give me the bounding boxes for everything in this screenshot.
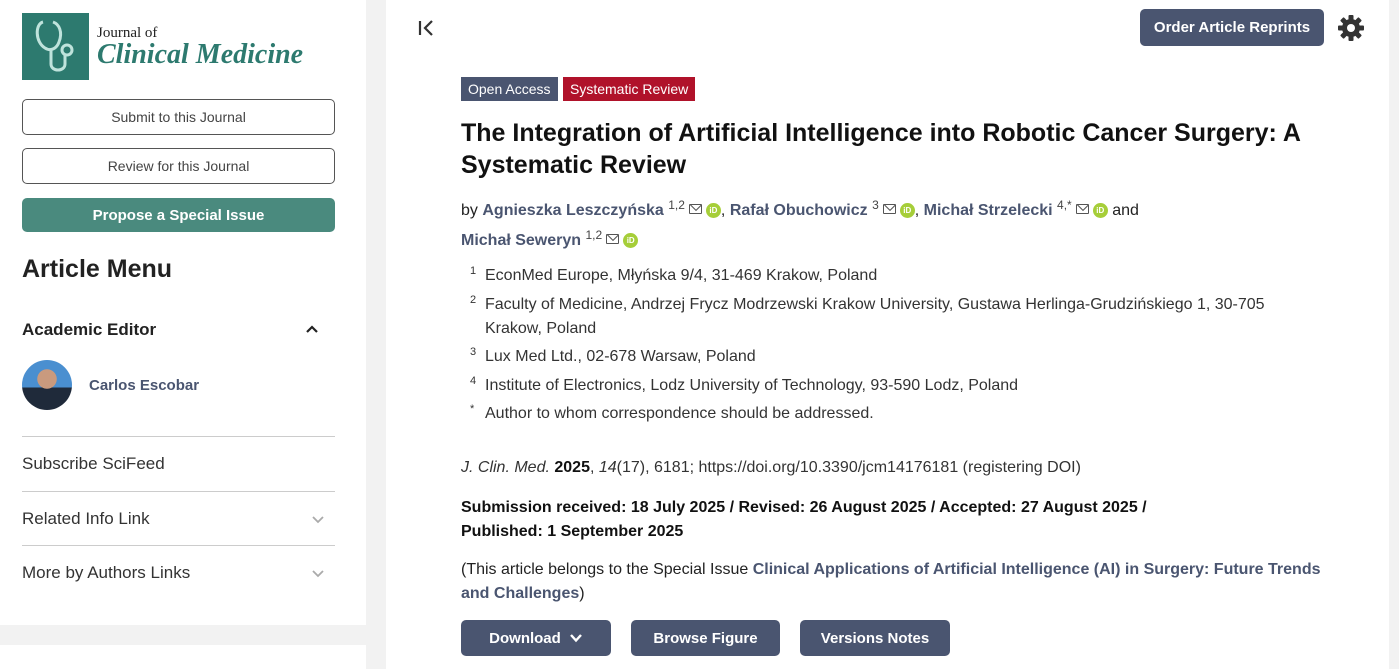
affiliation-text: Lux Med Ltd., 02-678 Warsaw, Poland xyxy=(485,348,756,365)
journal-title: Journal of Clinical Medicine xyxy=(97,25,303,69)
affiliation-number: 4 xyxy=(470,374,477,387)
sidebar-next-panel xyxy=(0,645,366,669)
open-access-badge[interactable]: Open Access xyxy=(461,77,558,101)
chevron-down-icon xyxy=(569,634,582,643)
special-issue-suffix: ) xyxy=(579,585,585,602)
author-affiliation-ref: 1,2 xyxy=(585,228,603,242)
citation-rest: (17), 6181; https://doi.org/10.3390/jcm1… xyxy=(616,459,1081,476)
sidebar-link-subscribe-scifeed[interactable]: Subscribe SciFeed xyxy=(22,436,335,490)
avatar xyxy=(22,360,72,410)
download-button[interactable]: Download xyxy=(461,620,611,656)
citation-volume: 14 xyxy=(598,459,617,476)
chevron-down-icon xyxy=(312,569,324,577)
author-list: by Agnieszka Leszczyńska 1,2 iD, Rafał Ob… xyxy=(461,198,1139,249)
article-title: The Integration of Artificial Intelligen… xyxy=(461,119,1300,179)
propose-special-issue-button[interactable]: Propose a Special Issue xyxy=(22,198,335,232)
order-article-reprints-button[interactable]: Order Article Reprints xyxy=(1140,9,1324,46)
mail-icon[interactable] xyxy=(606,234,620,244)
browse-figure-button[interactable]: Browse Figure xyxy=(631,620,780,656)
mail-icon[interactable] xyxy=(882,204,896,214)
chevron-down-icon xyxy=(312,515,324,523)
author-affiliation-ref: 3 xyxy=(872,198,879,212)
affiliation-text: EconMed Europe, Młyńska 9/4, 31-469 Krak… xyxy=(485,267,878,284)
author-name[interactable]: Rafał Obuchowicz xyxy=(730,202,868,219)
special-issue-prefix: (This article belongs to the Special Iss… xyxy=(461,561,753,578)
affiliation-item: 1 EconMed Europe, Młyńska 9/4, 31-469 Kr… xyxy=(461,264,1321,288)
affiliation-number: 3 xyxy=(470,346,477,358)
citation-line: J. Clin. Med. 2025, 14(17), 6181; https:… xyxy=(461,459,1081,476)
journal-logo[interactable]: Journal of Clinical Medicine xyxy=(22,13,303,80)
by-label: by xyxy=(461,202,478,219)
author-name[interactable]: Agnieszka Leszczyńska xyxy=(482,202,663,219)
article-type-badge: Systematic Review xyxy=(563,77,696,101)
dates-line-1: Submission received: 18 July 2025 / Revi… xyxy=(461,499,1147,516)
sidebar-link-label: Subscribe SciFeed xyxy=(22,453,165,473)
chevron-up-icon[interactable] xyxy=(305,322,319,336)
editor-name-link[interactable]: Carlos Escobar xyxy=(89,377,199,394)
affiliation-number: 2 xyxy=(470,293,477,306)
author-affiliation-ref: 1,2 xyxy=(668,198,685,212)
affiliation-text: Institute of Electronics, Lodz Universit… xyxy=(485,376,1019,394)
author-affiliation-ref: 4,* xyxy=(1057,198,1072,212)
scroll-gutter xyxy=(1389,0,1399,669)
submit-to-journal-button[interactable]: Submit to this Journal xyxy=(22,99,335,135)
sidebar-link-more-by-authors[interactable]: More by Authors Links xyxy=(22,545,335,599)
mail-icon[interactable] xyxy=(1075,204,1089,214)
affiliation-item: * Author to whom correspondence should b… xyxy=(461,402,1321,426)
author-name[interactable]: Michał Seweryn xyxy=(461,232,581,249)
sidebar: Journal of Clinical Medicine Submit to t… xyxy=(0,0,366,625)
publication-dates: Submission received: 18 July 2025 / Revi… xyxy=(461,496,1221,544)
stethoscope-icon xyxy=(22,13,89,80)
mail-icon[interactable] xyxy=(688,204,702,214)
sidebar-link-related-info[interactable]: Related Info Link xyxy=(22,491,335,545)
journal-title-big: Clinical Medicine xyxy=(97,38,304,70)
dates-line-2: Published: 1 September 2025 xyxy=(461,523,684,540)
affiliation-item: 4 Institute of Electronics, Lodz Univers… xyxy=(461,374,1321,398)
citation-year: 2025 xyxy=(554,459,590,476)
affiliation-item: 3 Lux Med Ltd., 02-678 Warsaw, Poland xyxy=(461,345,1321,369)
journal-abbreviation: J. Clin. Med. xyxy=(461,459,550,476)
academic-editor-heading[interactable]: Academic Editor xyxy=(22,320,156,340)
affiliation-item: 2 Faculty of Medicine, Andrzej Frycz Mod… xyxy=(461,293,1321,341)
collapse-sidebar-icon[interactable] xyxy=(418,18,438,38)
sidebar-link-label: More by Authors Links xyxy=(22,562,191,582)
review-for-journal-button[interactable]: Review for this Journal xyxy=(22,148,335,184)
article-menu-title: Article Menu xyxy=(22,255,173,283)
orcid-icon[interactable]: iD xyxy=(623,233,639,248)
affiliation-list: 1 EconMed Europe, Młyńska 9/4, 31-469 Kr… xyxy=(461,264,1321,431)
sidebar-link-label: Related Info Link xyxy=(22,508,150,528)
versions-notes-button[interactable]: Versions Notes xyxy=(800,620,950,656)
and-label: and xyxy=(1112,202,1139,219)
affiliation-number: 1 xyxy=(470,265,477,277)
author-name[interactable]: Michał Strzelecki xyxy=(924,202,1053,219)
affiliation-text: Author to whom correspondence should be … xyxy=(485,405,874,422)
orcid-icon[interactable]: iD xyxy=(705,203,721,218)
affiliation-number: * xyxy=(470,403,475,415)
gear-icon[interactable] xyxy=(1337,14,1365,42)
affiliation-text: Faculty of Medicine, Andrzej Frycz Modrz… xyxy=(485,295,1265,337)
download-label: Download xyxy=(489,629,561,647)
orcid-icon[interactable]: iD xyxy=(899,203,915,218)
special-issue-note: (This article belongs to the Special Iss… xyxy=(461,558,1321,606)
orcid-icon[interactable]: iD xyxy=(1092,203,1108,218)
